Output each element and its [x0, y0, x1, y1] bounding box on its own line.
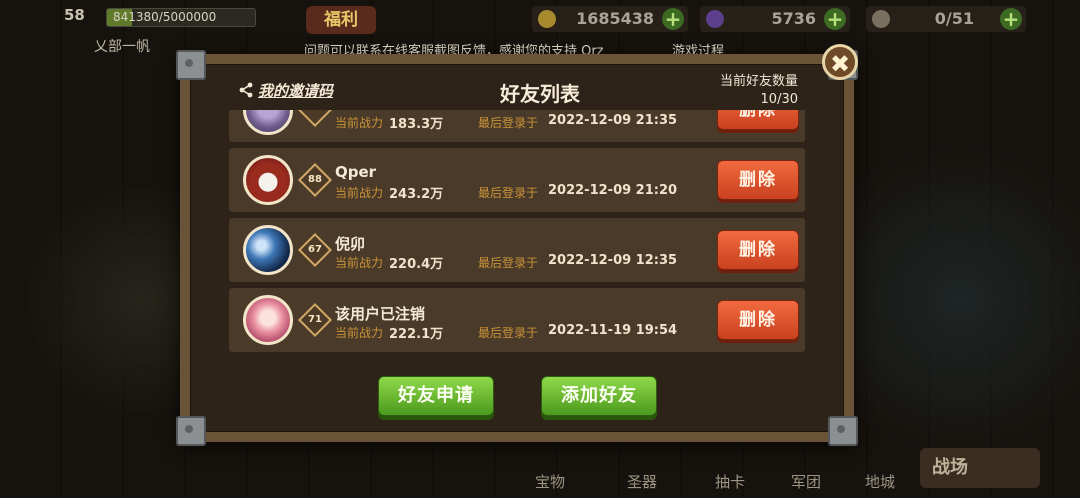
friend-row: 71 该用户已注销 当前战力 222.1万 最后登录于 2022-11-19 1…: [229, 288, 805, 352]
power-value: 222.1万: [389, 327, 444, 342]
power-value: 183.3万: [389, 117, 444, 132]
people-resource: 0/51 +: [866, 6, 1026, 32]
last-login-label: 最后登录于: [478, 256, 539, 270]
tab-relic[interactable]: 圣器: [612, 466, 672, 498]
friend-avatar[interactable]: [243, 155, 293, 205]
delete-friend-button[interactable]: 删除: [717, 230, 799, 270]
last-login-label: 最后登录于: [478, 116, 539, 130]
last-login-label: 最后登录于: [478, 186, 539, 200]
friend-row: 当前战力 183.3万 最后登录于 2022-12-09 21:35 删除: [229, 110, 805, 142]
exp-bar: 841380/5000000: [106, 8, 256, 27]
last-login-value: 2022-12-09 21:35: [548, 113, 678, 128]
friend-avatar[interactable]: [243, 225, 293, 275]
tab-gacha[interactable]: 抽卡: [700, 466, 760, 498]
tab-dungeon[interactable]: 地城: [850, 466, 910, 498]
invite-code-link[interactable]: 我的邀请码: [238, 80, 333, 101]
add-friend-button[interactable]: 添加好友: [541, 376, 657, 416]
friend-requests-button[interactable]: 好友申请: [378, 376, 494, 416]
gold-resource: 1685438 +: [532, 6, 688, 32]
last-login-value: 2022-12-09 12:35: [548, 253, 678, 268]
add-gem-button[interactable]: +: [824, 8, 846, 30]
friend-name: 该用户已注销: [335, 305, 426, 323]
delete-friend-button[interactable]: 删除: [717, 300, 799, 340]
tab-legion[interactable]: 军团: [776, 466, 836, 498]
power-label: 当前战力: [335, 326, 384, 340]
delete-friend-button[interactable]: 删除: [717, 160, 799, 200]
friend-avatar[interactable]: [243, 295, 293, 345]
add-people-button[interactable]: +: [1000, 8, 1022, 30]
friend-level: 71: [308, 314, 322, 325]
power-label: 当前战力: [335, 256, 384, 270]
gem-icon: [706, 10, 724, 28]
people-value: 0/51: [934, 9, 974, 28]
friend-level: 88: [308, 174, 322, 185]
top-hud: 58 841380/5000000 福利 1685438 + 5736 + 0/…: [0, 0, 1080, 38]
exp-text: 841380/5000000: [113, 10, 217, 24]
gem-value: 5736: [771, 9, 816, 28]
gold-value: 1685438: [576, 9, 654, 28]
power-label: 当前战力: [335, 116, 384, 130]
player-level: 58: [64, 6, 85, 24]
welfare-button[interactable]: 福利: [306, 6, 376, 34]
friend-level: 67: [308, 244, 322, 255]
add-gold-button[interactable]: +: [662, 8, 684, 30]
last-login-value: 2022-12-09 21:20: [548, 183, 678, 198]
last-login-value: 2022-11-19 19:54: [548, 323, 678, 338]
tab-treasure[interactable]: 宝物: [520, 466, 580, 498]
share-icon: [239, 82, 253, 98]
friend-count-value: 10/30: [760, 92, 798, 107]
people-icon: [872, 10, 890, 28]
gold-icon: [538, 10, 556, 28]
guild-name: 乂部一帆: [94, 39, 150, 55]
last-login-label: 最后登录于: [478, 326, 539, 340]
close-button[interactable]: ✖: [822, 44, 858, 80]
friend-name: Qper: [335, 163, 377, 181]
friend-count-label: 当前好友数量: [719, 74, 798, 89]
friend-row: 88 Qper 当前战力 243.2万 最后登录于 2022-12-09 21:…: [229, 148, 805, 212]
gem-resource: 5736 +: [700, 6, 850, 32]
power-value: 220.4万: [389, 257, 444, 272]
delete-friend-button[interactable]: 删除: [717, 110, 799, 130]
corner-bolt-icon: [176, 50, 206, 80]
corner-bolt-icon: [828, 416, 858, 446]
battle-button[interactable]: 战场: [920, 448, 1040, 488]
friend-list[interactable]: 当前战力 183.3万 最后登录于 2022-12-09 21:35 删除 88…: [229, 110, 805, 356]
friend-name: 倪卯: [335, 235, 366, 253]
corner-bolt-icon: [176, 416, 206, 446]
friend-list-scroll: 当前战力 183.3万 最后登录于 2022-12-09 21:35 删除 88…: [229, 110, 805, 356]
invite-code-label: 我的邀请码: [258, 82, 334, 100]
power-value: 243.2万: [389, 187, 444, 202]
friend-count: 当前好友数量 10/30: [720, 73, 798, 109]
power-label: 当前战力: [335, 186, 384, 200]
friend-level: [303, 110, 327, 122]
friend-row: 67 倪卯 当前战力 220.4万 最后登录于 2022-12-09 12:35…: [229, 218, 805, 282]
friend-avatar[interactable]: [243, 110, 293, 135]
